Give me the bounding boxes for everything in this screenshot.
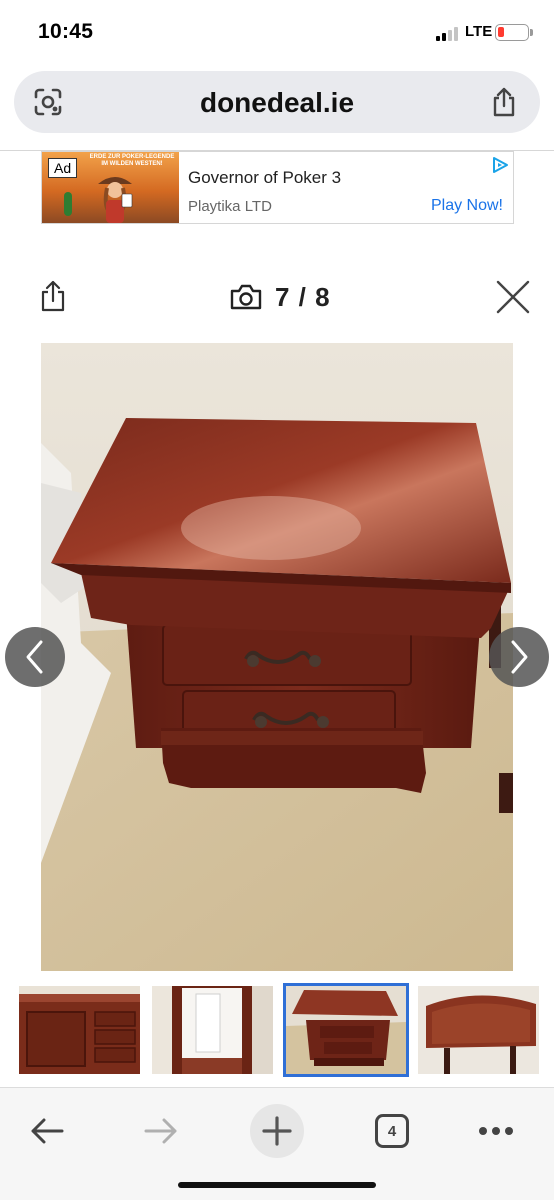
photo-counter: 7 / 8: [229, 281, 331, 313]
share-icon[interactable]: [40, 280, 66, 312]
new-tab-button[interactable]: [250, 1104, 304, 1158]
tab-count: 4: [375, 1114, 409, 1148]
url-text[interactable]: donedeal.ie: [14, 87, 540, 119]
photo-counter-text: 7 / 8: [275, 281, 331, 312]
plus-icon: [262, 1116, 292, 1146]
thumbnail-image-sideboard: [19, 986, 140, 1074]
ad-character-graphic: [98, 177, 133, 223]
ad-badge: Ad: [48, 158, 78, 178]
status-time: 10:45: [38, 20, 94, 43]
thumbnail-image-mirror: [152, 986, 273, 1074]
ad-image-caption: ERDE ZUR POKER-LEGENDE IM WILDEN WESTEN!: [89, 154, 175, 167]
ad-banner[interactable]: ERDE ZUR POKER-LEGENDE IM WILDEN WESTEN!…: [41, 151, 514, 224]
menu-button[interactable]: [469, 1104, 523, 1158]
main-photo[interactable]: [41, 343, 513, 971]
ad-advertiser: Playtika LTD: [188, 198, 272, 215]
ad-cta-button[interactable]: Play Now!: [431, 197, 503, 215]
thumbnail-4[interactable]: [418, 986, 539, 1074]
back-button[interactable]: [20, 1104, 74, 1158]
status-bar: 10:45 LTE: [0, 0, 554, 64]
share-icon[interactable]: [490, 87, 518, 117]
battery-icon: [495, 24, 529, 41]
battery-cap: [530, 29, 533, 36]
ad-title[interactable]: Governor of Poker 3: [188, 168, 341, 188]
arrow-right-icon: [144, 1118, 177, 1144]
tab-switcher-button[interactable]: 4: [365, 1104, 419, 1158]
ad-cactus-graphic: [64, 192, 72, 216]
next-photo-button[interactable]: [489, 627, 549, 687]
thumbnail-3-selected[interactable]: [283, 983, 409, 1077]
network-type: LTE: [465, 23, 493, 40]
forward-button[interactable]: [134, 1104, 188, 1158]
address-bar[interactable]: donedeal.ie: [14, 71, 540, 133]
ad-image[interactable]: ERDE ZUR POKER-LEGENDE IM WILDEN WESTEN!…: [42, 152, 179, 223]
arrow-left-icon: [31, 1118, 64, 1144]
chevron-right-icon: [511, 640, 528, 674]
bedside-locker-photo: [41, 343, 513, 971]
thumbnail-2[interactable]: [152, 986, 273, 1074]
battery-level: [498, 27, 504, 37]
chevron-left-icon: [26, 640, 43, 674]
home-indicator: [178, 1182, 376, 1188]
close-icon[interactable]: [494, 278, 532, 316]
signal-strength-icon: [436, 27, 462, 41]
thumbnail-image-headboard: [418, 986, 539, 1074]
previous-photo-button[interactable]: [5, 627, 65, 687]
more-horizontal-icon: [479, 1127, 513, 1135]
ad-choices-icon[interactable]: [491, 156, 509, 174]
thumbnail-1[interactable]: [19, 986, 140, 1074]
thumbnail-image-bedside-locker: [286, 986, 406, 1074]
camera-icon: [230, 284, 262, 310]
